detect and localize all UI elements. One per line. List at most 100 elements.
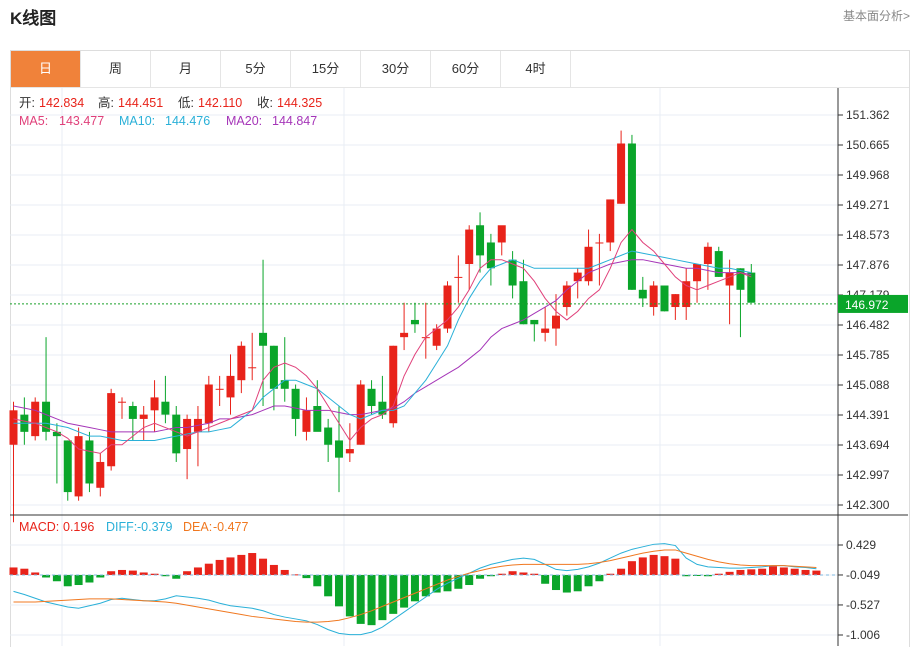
price-tick-label: 149.271 bbox=[846, 198, 890, 212]
macd-bar bbox=[259, 558, 268, 575]
price-tick-label: 151.362 bbox=[846, 108, 890, 122]
close-label: 收: bbox=[257, 96, 273, 110]
macd-bar bbox=[313, 574, 322, 587]
macd-bar bbox=[595, 574, 604, 582]
macd-bar bbox=[237, 554, 246, 575]
price-tick-label: 146.482 bbox=[846, 318, 890, 332]
candle-body bbox=[85, 440, 94, 484]
candle-body bbox=[584, 246, 593, 282]
candle-body bbox=[747, 272, 756, 303]
ma-lines bbox=[13, 228, 752, 454]
close-value: 144.325 bbox=[277, 96, 322, 110]
candle-body bbox=[345, 449, 354, 454]
candle-body bbox=[367, 388, 376, 407]
macd-bar bbox=[421, 574, 430, 597]
macd-bar bbox=[52, 574, 61, 582]
macd-tick-label: 0.429 bbox=[846, 538, 876, 552]
macd-bar bbox=[378, 574, 387, 621]
candle-body bbox=[400, 332, 409, 338]
candle-body bbox=[150, 397, 159, 411]
macd-bar bbox=[74, 574, 83, 586]
macd-bar bbox=[476, 574, 485, 579]
candle-body bbox=[9, 410, 18, 445]
macd-bar bbox=[541, 574, 550, 584]
macd-bar bbox=[812, 570, 821, 575]
macd-bar bbox=[649, 554, 658, 575]
candle-body bbox=[74, 436, 83, 497]
macd-bar bbox=[638, 557, 647, 575]
macd-bar bbox=[562, 574, 571, 593]
price-tick-label: 149.968 bbox=[846, 168, 890, 182]
candle-body bbox=[118, 401, 126, 403]
candle-body bbox=[660, 285, 669, 312]
macd-bar bbox=[345, 574, 354, 617]
ohlc-legend: 开: 142.834 高: 144.451 低: 142.110 收: 144.… bbox=[19, 95, 322, 110]
candle-body bbox=[606, 199, 615, 243]
candle-body bbox=[139, 414, 148, 419]
price-tick-label: 143.694 bbox=[846, 438, 890, 452]
macd-bar bbox=[465, 574, 474, 586]
diff-label: DIFF: bbox=[106, 520, 137, 534]
candle-body bbox=[324, 427, 333, 445]
high-label: 高: bbox=[98, 95, 114, 110]
macd-legend: MACD: 0.196 DIFF: -0.379 DEA: -0.477 bbox=[19, 520, 248, 534]
macd-bar bbox=[584, 574, 593, 587]
macd-histogram bbox=[9, 553, 821, 626]
macd-bar bbox=[335, 574, 343, 607]
price-tick-label: 150.665 bbox=[846, 138, 890, 152]
ma-legend: MA5: 143.477 MA10: 144.476 MA20: 144.847 bbox=[19, 114, 317, 128]
candle-body bbox=[237, 345, 246, 381]
candle-body bbox=[161, 401, 170, 415]
candle-body bbox=[530, 319, 539, 325]
candle-body bbox=[335, 440, 343, 458]
candle-body bbox=[226, 375, 235, 398]
macd-bar bbox=[769, 566, 777, 575]
macd-bar bbox=[107, 571, 116, 575]
high-value: 144.451 bbox=[118, 96, 163, 110]
candle-body bbox=[454, 276, 463, 278]
candle-body bbox=[573, 272, 582, 282]
candle-body bbox=[291, 388, 300, 419]
candle-body bbox=[31, 401, 40, 437]
price-tick-label: 145.785 bbox=[846, 348, 890, 362]
macd-bar bbox=[736, 569, 745, 575]
macd-tick-label: -0.049 bbox=[846, 568, 880, 582]
macd-tick-label: -1.006 bbox=[846, 628, 880, 642]
candle-body bbox=[595, 242, 604, 244]
macd-bar bbox=[128, 570, 137, 575]
macd-bar bbox=[183, 571, 192, 575]
macd-bar bbox=[226, 557, 235, 575]
macd-bar bbox=[204, 563, 213, 575]
candle-body bbox=[725, 272, 734, 286]
macd-bar bbox=[215, 559, 224, 575]
candle-body bbox=[476, 225, 485, 256]
macd-bar bbox=[248, 553, 257, 575]
macd-bar bbox=[779, 567, 788, 575]
candle-body bbox=[486, 242, 495, 269]
open-label: 开: bbox=[19, 96, 35, 110]
price-tick-label: 142.300 bbox=[846, 498, 890, 512]
macd-bar bbox=[747, 569, 756, 575]
kline-chart[interactable]: 151.362 150.665 149.968 149.271 148.573 147.8… bbox=[0, 0, 916, 646]
macd-bar bbox=[356, 574, 365, 624]
diff-value: -0.379 bbox=[137, 520, 172, 534]
price-tick-label: 148.573 bbox=[846, 228, 890, 242]
ma10-label: MA10: bbox=[119, 114, 155, 128]
candle-body bbox=[627, 143, 636, 290]
last-price-marker: 146.972 bbox=[10, 294, 908, 313]
macd-bar bbox=[193, 567, 202, 575]
macd-bar bbox=[172, 574, 181, 579]
macd-bar bbox=[801, 569, 810, 575]
ma10-value: 144.476 bbox=[165, 114, 210, 128]
ma20-label: MA20: bbox=[226, 114, 262, 128]
macd-bar bbox=[63, 574, 72, 587]
macd-value: 0.196 bbox=[63, 520, 94, 534]
candle-body bbox=[280, 380, 289, 389]
dea-label: DEA: bbox=[183, 520, 212, 534]
macd-bar bbox=[280, 569, 289, 575]
last-price-value: 146.972 bbox=[845, 298, 889, 312]
candle-body bbox=[671, 294, 680, 308]
ma5-value: 143.477 bbox=[59, 114, 104, 128]
macd-bar bbox=[660, 556, 669, 575]
low-label: 低: bbox=[178, 96, 194, 110]
